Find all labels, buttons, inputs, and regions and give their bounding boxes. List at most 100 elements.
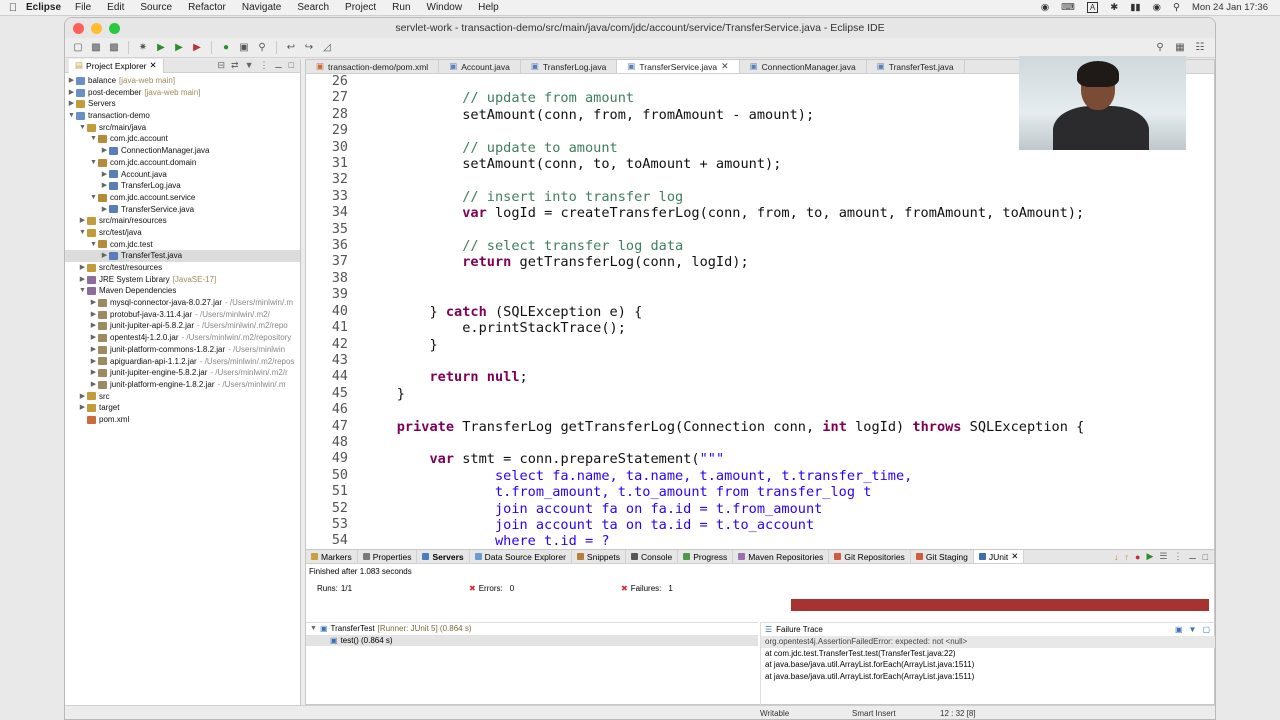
menu-run[interactable]: Run: [392, 2, 410, 13]
code-line[interactable]: 51 t.from_amount, t.to_amount from trans…: [306, 484, 1214, 500]
save-all-icon[interactable]: ▩: [107, 41, 121, 54]
coverage-icon[interactable]: ▶: [172, 41, 186, 54]
tree-item-jar[interactable]: ▶ junit-jupiter-api-5.8.2.jar - /Users/min…: [65, 320, 300, 332]
tab-junit[interactable]: JUnit ✕: [973, 550, 1025, 563]
menu-project[interactable]: Project: [345, 2, 376, 13]
tree-item-jre-library[interactable]: ▶ JRE System Library [JavaSE-17]: [65, 274, 300, 286]
menu-edit[interactable]: Edit: [107, 2, 124, 13]
trace-line[interactable]: at java.base/java.util.ArrayList.forEach…: [761, 659, 1215, 671]
tab-git-repositories[interactable]: Git Repositories: [829, 550, 911, 563]
minimize-window-button[interactable]: [91, 22, 102, 34]
tab-transfertest-java[interactable]: ▣ TransferTest.java: [867, 60, 965, 73]
bluetooth-icon[interactable]: ✱: [1110, 2, 1118, 13]
tab-transferlog-java[interactable]: ▣ TransferLog.java: [521, 60, 618, 73]
code-line[interactable]: 32: [306, 172, 1214, 188]
perspective-icon[interactable]: ▦: [1173, 41, 1187, 54]
code-line[interactable]: 54 where t.id = ?: [306, 533, 1214, 549]
battery-icon[interactable]: ▮▮: [1130, 2, 1140, 13]
code-line[interactable]: 39: [306, 287, 1214, 303]
code-line[interactable]: 31 setAmount(conn, to, toAmount + amount…: [306, 156, 1214, 172]
maximize-icon[interactable]: □: [1203, 552, 1208, 562]
code-line[interactable]: 50 select fa.name, ta.name, t.amount, t.…: [306, 468, 1214, 484]
rerun-icon[interactable]: ▶: [1146, 551, 1153, 562]
code-line[interactable]: 48: [306, 435, 1214, 451]
tree-item-jar[interactable]: ▶ mysql-connector-java-8.0.27.jar - /Users…: [65, 297, 300, 309]
zoom-window-button[interactable]: [109, 22, 120, 34]
menu-window[interactable]: Window: [427, 2, 463, 13]
tree-item-jar[interactable]: ▶ protobuf-java-3.11.4.jar - /Users/minlwi…: [65, 309, 300, 321]
code-line[interactable]: 52 join account fa on fa.id = t.from_amo…: [306, 501, 1214, 517]
trace-line[interactable]: at com.jdc.test.TransferTest.test(Transf…: [761, 648, 1215, 660]
link-editor-icon[interactable]: ⇄: [231, 60, 239, 71]
view-menu-icon[interactable]: ⋮: [259, 60, 268, 71]
tree-item-package[interactable]: ▼ com.jdc.test: [65, 239, 300, 251]
tab-transferservice-java[interactable]: ▣ TransferService.java ✕: [617, 60, 740, 73]
tree-item-package[interactable]: ▼ com.jdc.account.service: [65, 192, 300, 204]
tree-item-jar[interactable]: ▶ junit-platform-engine-1.8.2.jar - /Users…: [65, 379, 300, 391]
tree-item-src-main-java[interactable]: ▼ src/main/java: [65, 122, 300, 134]
tab-data-source-explorer[interactable]: Data Source Explorer: [470, 550, 572, 563]
code-line[interactable]: 42 }: [306, 337, 1214, 353]
tree-item-src-test-java[interactable]: ▼ src/test/java: [65, 227, 300, 239]
tree-item-java-file[interactable]: ▶ TransferService.java: [65, 204, 300, 216]
code-line[interactable]: 38: [306, 271, 1214, 287]
code-line[interactable]: 41 e.printStackTrace();: [306, 320, 1214, 336]
test-suite-row[interactable]: ▼ ▣ TransferTest [Runner: JUnit 5] (0.864 s…: [306, 623, 758, 635]
maximize-icon[interactable]: □: [289, 60, 294, 71]
pin-editor-icon[interactable]: ◿: [320, 41, 334, 54]
input-source-icon[interactable]: A: [1086, 2, 1099, 13]
code-line[interactable]: 44 return null;: [306, 369, 1214, 385]
tree-item-balance[interactable]: ▶ balance [java-web main]: [65, 75, 300, 87]
tree-item-src[interactable]: ▶ src: [65, 391, 300, 403]
tree-item-java-file[interactable]: ▶ TransferLog.java: [65, 180, 300, 192]
datetime[interactable]: Mon 24 Jan 17:36: [1192, 2, 1268, 13]
menu-help[interactable]: Help: [478, 2, 499, 13]
code-line[interactable]: 45 }: [306, 386, 1214, 402]
tree-item-jar[interactable]: ▶ junit-platform-commons-1.8.2.jar - /User…: [65, 344, 300, 356]
tab-markers[interactable]: Markers: [306, 550, 358, 563]
compare-result-icon[interactable]: ▣: [1175, 625, 1183, 634]
trace-line[interactable]: org.opentest4j.AssertionFailedError: exp…: [761, 636, 1215, 648]
menu-navigate[interactable]: Navigate: [242, 2, 281, 13]
previous-failure-icon[interactable]: ↑: [1125, 552, 1130, 562]
run-icon[interactable]: ▶: [154, 41, 168, 54]
tree-item-target[interactable]: ▶ target: [65, 402, 300, 414]
minimize-icon[interactable]: ⚊: [1188, 551, 1196, 562]
tree-item-servers[interactable]: ▶ Servers: [65, 98, 300, 110]
keyboard-icon[interactable]: ⌨: [1061, 2, 1075, 13]
tree-item-jar[interactable]: ▶ opentest4j-1.2.0.jar - /Users/minlwin/.m…: [65, 332, 300, 344]
minimize-icon[interactable]: ⚊: [274, 60, 282, 71]
save-icon[interactable]: ▩: [89, 41, 103, 54]
tab-project-explorer[interactable]: ▤ Project Explorer ✕: [69, 58, 164, 73]
tree-item-package[interactable]: ▼ com.jdc.account.domain: [65, 157, 300, 169]
tab-git-staging[interactable]: Git Staging: [911, 550, 974, 563]
forward-icon[interactable]: ↪: [302, 41, 316, 54]
search-tool-icon[interactable]: ⚲: [1153, 41, 1167, 54]
code-line[interactable]: 37 return getTransferLog(conn, logId);: [306, 254, 1214, 270]
new-icon[interactable]: ▢: [71, 41, 85, 54]
tab-account-java[interactable]: ▣ Account.java: [439, 60, 521, 73]
code-line[interactable]: 53 join account ta on ta.id = t.to_accou…: [306, 517, 1214, 533]
code-line[interactable]: 49 var stmt = conn.prepareStatement(""": [306, 451, 1214, 467]
filter-trace-icon[interactable]: ▼: [1189, 625, 1197, 634]
app-menu[interactable]: Eclipse: [26, 2, 61, 13]
tree-item-post-december[interactable]: ▶ post-december [java-web main]: [65, 87, 300, 99]
apple-icon[interactable]: : [0, 2, 26, 14]
tree-item-jar[interactable]: ▶ junit-jupiter-engine-5.8.2.jar - /Users/…: [65, 367, 300, 379]
debug-icon[interactable]: ✷: [136, 41, 150, 54]
menu-source[interactable]: Source: [140, 2, 172, 13]
code-line[interactable]: 33 // insert into transfer log: [306, 189, 1214, 205]
trace-line[interactable]: at java.base/java.util.ArrayList.forEach…: [761, 671, 1215, 683]
next-failure-icon[interactable]: ↓: [1114, 552, 1119, 562]
close-icon[interactable]: ✕: [150, 60, 157, 71]
tab-connectionmanager-java[interactable]: ▣ ConnectionManager.java: [740, 60, 867, 73]
code-line[interactable]: 43: [306, 353, 1214, 369]
tree-item-java-file[interactable]: ▶ Account.java: [65, 169, 300, 181]
tab-pom-xml[interactable]: ▣ transaction-demo/pom.xml: [306, 60, 440, 73]
history-icon[interactable]: ☰: [1159, 551, 1167, 562]
code-line[interactable]: 35: [306, 222, 1214, 238]
tree-item-src-main-resources[interactable]: ▶ src/main/resources: [65, 215, 300, 227]
tree-item-java-file-selected[interactable]: ▶ TransferTest.java: [65, 250, 300, 262]
control-center-icon[interactable]: ◉: [1041, 2, 1049, 13]
tree-item-package[interactable]: ▼ com.jdc.account: [65, 133, 300, 145]
